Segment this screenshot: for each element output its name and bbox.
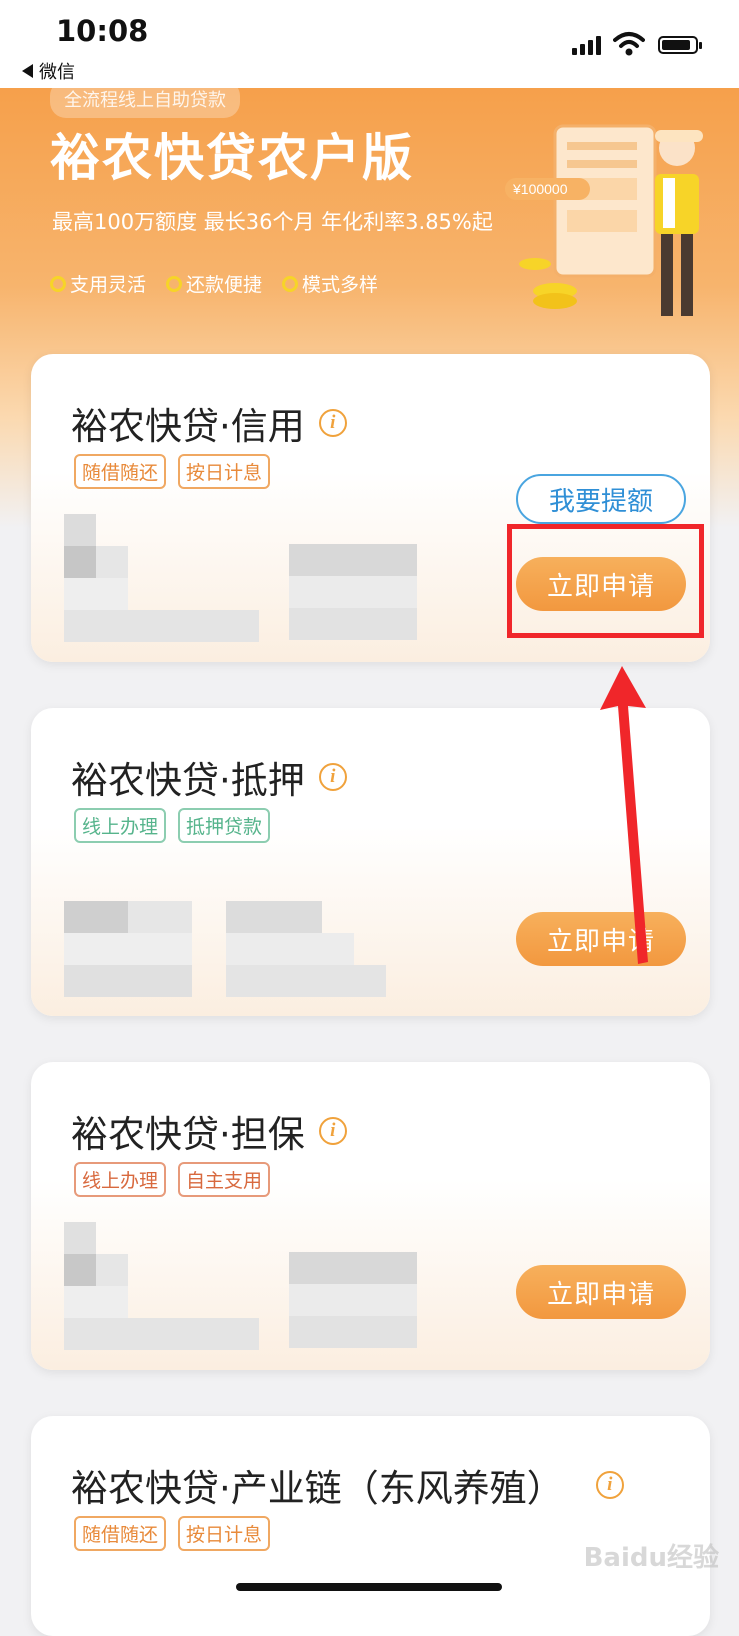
banner-title: 裕农快贷农户版 xyxy=(50,129,414,187)
banner-features: 支用灵活 还款便捷 模式多样 xyxy=(50,270,378,297)
feature-item: 模式多样 xyxy=(282,270,378,297)
info-icon[interactable]: i xyxy=(318,763,347,791)
home-indicator[interactable] xyxy=(236,1583,502,1591)
blurred-term xyxy=(226,901,391,1001)
illustration-amount: ¥100000 xyxy=(512,181,568,197)
product-tags: 线上办理 自主支用 xyxy=(74,1162,271,1197)
back-label: 微信 xyxy=(39,62,75,83)
blurred-term xyxy=(289,1252,419,1352)
red-arrow-annotation xyxy=(600,666,648,964)
blurred-term xyxy=(289,544,419,644)
product-card-industry-chain[interactable]: 裕农快贷·产业链（东风养殖） i 随借随还 按日计息 xyxy=(31,1416,710,1636)
coin-icon xyxy=(166,275,183,292)
highlight-box xyxy=(507,524,704,638)
product-title: 裕农快贷·担保 i xyxy=(71,1104,347,1158)
product-tag: 抵押贷款 xyxy=(178,808,271,843)
feature-item: 还款便捷 xyxy=(166,270,262,297)
coin-icon xyxy=(282,275,299,292)
banner-pill: 全流程线上自助贷款 xyxy=(50,88,240,118)
info-icon[interactable]: i xyxy=(318,1117,347,1145)
product-tag: 随借随还 xyxy=(74,454,167,489)
product-tags: 随借随还 按日计息 xyxy=(74,1516,271,1551)
product-tag: 线上办理 xyxy=(74,808,167,843)
coin-icon xyxy=(50,275,66,292)
info-icon[interactable]: i xyxy=(318,409,347,437)
product-tags: 随借随还 按日计息 xyxy=(74,454,271,489)
banner-illustration: ¥100000 xyxy=(505,124,703,316)
product-title: 裕农快贷·信用 i xyxy=(71,396,347,450)
signal-icon xyxy=(572,36,601,55)
product-tag: 随借随还 xyxy=(74,1516,167,1551)
back-arrow-icon xyxy=(22,64,33,78)
product-card-guarantee[interactable]: 裕农快贷·担保 i 线上办理 自主支用 立即申请 xyxy=(31,1062,710,1370)
product-tag: 线上办理 xyxy=(74,1162,167,1197)
product-tag: 自主支用 xyxy=(178,1162,271,1197)
status-bar: 10:08 微信 xyxy=(0,0,739,88)
feature-item: 支用灵活 xyxy=(50,270,146,297)
battery-icon xyxy=(658,36,702,54)
clock: 10:08 xyxy=(56,14,149,48)
back-to-wechat[interactable]: 微信 xyxy=(22,58,75,84)
blurred-amount xyxy=(64,1222,264,1352)
raise-limit-button[interactable]: 我要提额 xyxy=(516,474,686,524)
apply-button[interactable]: 立即申请 xyxy=(516,1265,686,1319)
product-title: 裕农快贷·抵押 i xyxy=(71,750,347,804)
product-tag: 按日计息 xyxy=(178,454,271,489)
blurred-amount xyxy=(64,514,264,644)
product-tag: 按日计息 xyxy=(178,1516,271,1551)
watermark: Baidu经验 xyxy=(583,1543,719,1573)
banner-subtitle: 最高100万额度 最长36个月 年化利率3.85%起 xyxy=(52,210,493,234)
product-tags: 线上办理 抵押贷款 xyxy=(74,808,271,843)
product-title: 裕农快贷·产业链（东风养殖） i xyxy=(71,1458,624,1512)
wifi-icon xyxy=(613,32,645,56)
info-icon[interactable]: i xyxy=(595,1471,624,1499)
